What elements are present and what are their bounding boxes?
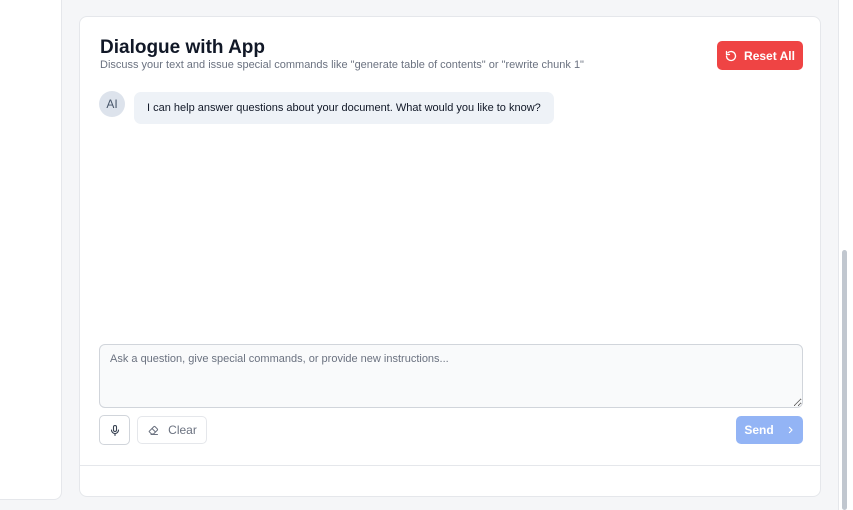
refresh-icon — [725, 50, 737, 62]
scrollbar[interactable] — [842, 250, 847, 510]
right-edge-panel — [838, 0, 853, 510]
ai-message-bubble: I can help answer questions about your d… — [134, 92, 554, 124]
microphone-icon — [109, 424, 121, 437]
microphone-button[interactable] — [99, 415, 130, 445]
dialogue-panel: Dialogue with App Discuss your text and … — [79, 16, 821, 497]
clear-button[interactable]: Clear — [137, 416, 207, 444]
send-button[interactable]: Send — [736, 416, 803, 444]
ai-avatar: AI — [99, 91, 125, 117]
panel-footer-divider — [80, 465, 820, 466]
message-input[interactable] — [99, 344, 803, 408]
reset-all-label: Reset All — [744, 48, 795, 63]
page-title: Dialogue with App — [100, 37, 266, 58]
left-panel — [0, 0, 62, 500]
reset-all-button[interactable]: Reset All — [717, 41, 803, 70]
clear-label: Clear — [168, 423, 197, 437]
chevron-right-icon — [786, 425, 795, 435]
page-subtitle: Discuss your text and issue special comm… — [100, 59, 584, 71]
send-label: Send — [744, 423, 774, 437]
eraser-icon — [147, 424, 160, 436]
